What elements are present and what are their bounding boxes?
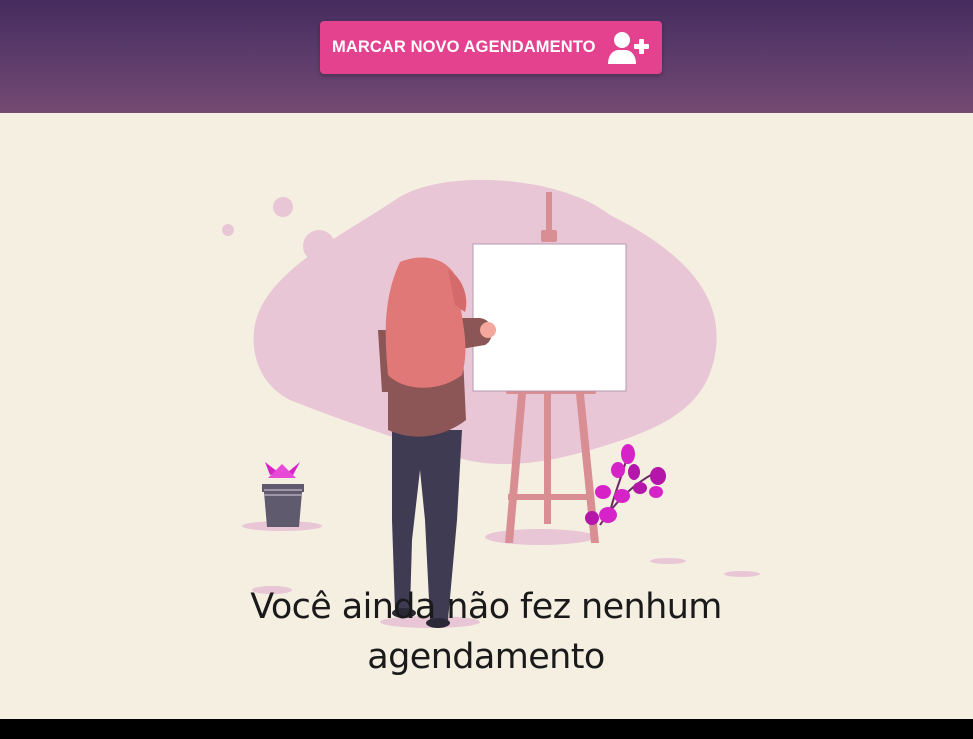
empty-state-message: Você ainda não fez nenhum agendamento — [250, 587, 722, 677]
woman-painting-easel-illustration — [222, 179, 760, 628]
decor-circle — [303, 230, 335, 262]
canvas — [472, 243, 627, 392]
plant-branch — [585, 444, 666, 526]
new-appointment-button-label: MARCAR NOVO AGENDAMENTO — [332, 38, 596, 56]
user-plus-icon — [608, 32, 649, 64]
new-appointment-button[interactable]: MARCAR NOVO AGENDAMENTO — [320, 21, 662, 74]
flower-pot — [262, 462, 304, 527]
decor-circle — [222, 224, 234, 236]
decor-circle — [273, 197, 293, 217]
top-header: MARCAR NOVO AGENDAMENTO — [0, 0, 973, 113]
bottom-bar — [0, 719, 973, 739]
